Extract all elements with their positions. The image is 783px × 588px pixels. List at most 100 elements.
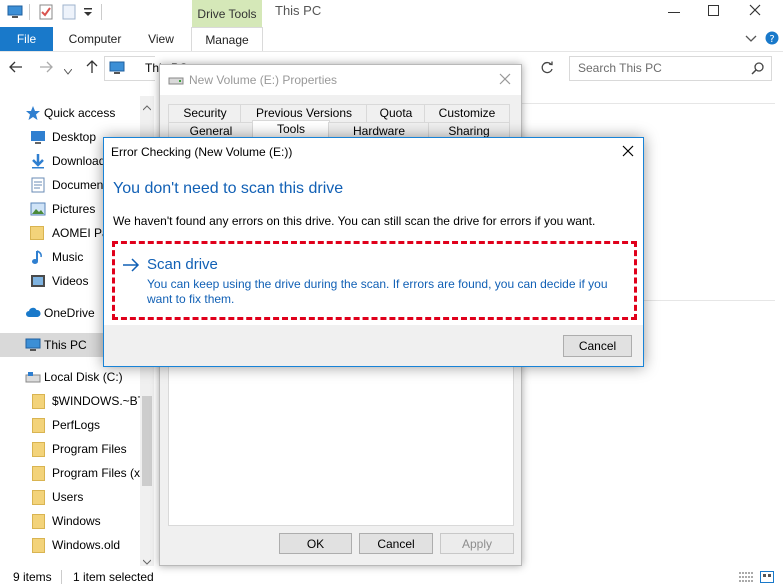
up-arrow-icon[interactable] bbox=[84, 59, 100, 75]
sidebar-item-folder[interactable]: PerfLogs bbox=[32, 413, 140, 437]
folder-icon bbox=[32, 442, 45, 457]
folder-icon bbox=[32, 418, 45, 433]
folder-icon bbox=[30, 226, 44, 240]
refresh-icon[interactable] bbox=[539, 60, 555, 76]
arrow-right-icon bbox=[122, 258, 140, 272]
sidebar-item-folder[interactable]: $WINDOWS.~BT bbox=[32, 389, 145, 413]
manage-tab[interactable]: Manage bbox=[191, 27, 263, 52]
document-icon bbox=[30, 177, 46, 193]
address-bar[interactable]: This PC bbox=[104, 56, 188, 81]
sidebar-item-label: Videos bbox=[52, 274, 89, 288]
sidebar-item-label: Local Disk (C:) bbox=[44, 370, 123, 384]
sidebar-item-label: Program Files bbox=[52, 442, 127, 456]
close-icon[interactable] bbox=[748, 3, 762, 17]
tab-quota[interactable]: Quota bbox=[366, 104, 426, 123]
collapse-ribbon-icon[interactable] bbox=[745, 32, 757, 42]
sidebar-item-folder[interactable]: Windows.old bbox=[32, 533, 140, 557]
sidebar-item-label: Pictures bbox=[52, 202, 96, 216]
scan-drive-option[interactable]: Scan drive You can keep using the drive … bbox=[120, 253, 630, 313]
cancel-button[interactable]: Cancel bbox=[563, 335, 632, 357]
scan-drive-description: want to fix them. bbox=[147, 292, 235, 306]
file-tab[interactable]: File bbox=[0, 27, 53, 51]
folder-icon bbox=[32, 394, 45, 409]
folder-icon bbox=[32, 538, 45, 553]
pictures-icon bbox=[30, 201, 46, 217]
status-divider bbox=[61, 570, 62, 584]
search-icon[interactable] bbox=[751, 61, 765, 75]
scroll-up-icon[interactable] bbox=[142, 100, 152, 111]
new-folder-quick-icon[interactable] bbox=[62, 4, 76, 20]
search-placeholder: Search This PC bbox=[578, 61, 662, 75]
desktop-icon bbox=[30, 129, 46, 145]
computer-icon bbox=[7, 5, 23, 18]
cancel-button[interactable]: Cancel bbox=[359, 533, 433, 554]
properties-quick-icon[interactable] bbox=[38, 4, 54, 20]
content-pane-rule bbox=[642, 300, 775, 301]
divider bbox=[101, 4, 102, 20]
download-icon bbox=[30, 153, 46, 169]
close-icon[interactable] bbox=[622, 145, 634, 157]
search-input[interactable]: Search This PC bbox=[569, 56, 772, 81]
content-pane-rule bbox=[522, 103, 775, 104]
selection-count: 1 item selected bbox=[73, 570, 154, 584]
recent-locations-icon[interactable] bbox=[63, 64, 73, 75]
drive-icon bbox=[168, 73, 184, 87]
sidebar-item-label: Windows.old bbox=[52, 538, 121, 552]
scroll-down-icon[interactable] bbox=[142, 554, 152, 565]
tab-customize[interactable]: Customize bbox=[424, 104, 510, 123]
computer-icon bbox=[25, 337, 41, 353]
sidebar-item-label: Quick access bbox=[44, 106, 116, 120]
tab-security[interactable]: Security bbox=[168, 104, 242, 123]
sidebar-item-label: This PC bbox=[44, 338, 87, 352]
sidebar-item-label: PerfLogs bbox=[52, 418, 101, 432]
details-view-icon[interactable] bbox=[739, 571, 753, 583]
sidebar-item-label: Desktop bbox=[52, 130, 97, 144]
large-icons-view-icon[interactable] bbox=[760, 571, 774, 583]
sidebar-item-folder[interactable]: Windows bbox=[32, 509, 140, 533]
music-icon bbox=[30, 249, 46, 265]
folder-icon bbox=[32, 466, 45, 481]
sidebar-item-folder[interactable]: Users bbox=[32, 485, 140, 509]
computer-icon bbox=[109, 61, 125, 75]
ribbon-divider bbox=[0, 51, 783, 52]
sidebar-item-label: AOMEI Pa bbox=[52, 226, 109, 240]
help-icon[interactable]: ? bbox=[765, 31, 779, 45]
computer-tab[interactable]: Computer bbox=[60, 27, 130, 51]
svg-text:?: ? bbox=[769, 34, 774, 45]
title-bar: Drive Tools This PC bbox=[0, 0, 783, 27]
ok-button[interactable]: OK bbox=[279, 533, 352, 554]
window-title: This PC bbox=[275, 3, 322, 18]
divider bbox=[29, 4, 30, 20]
folder-icon bbox=[32, 514, 45, 529]
apply-button: Apply bbox=[440, 533, 514, 554]
maximize-icon[interactable] bbox=[708, 5, 719, 16]
sidebar-item-label: $WINDOWS.~BT bbox=[52, 394, 146, 408]
close-icon[interactable] bbox=[499, 73, 511, 85]
dialog-footer: Cancel bbox=[104, 325, 643, 366]
properties-title-bar: New Volume (E:) Properties bbox=[160, 65, 521, 95]
sidebar-item-label: Program Files (x8 bbox=[52, 466, 140, 480]
dialog-title: Error Checking (New Volume (E:)) bbox=[111, 145, 293, 159]
customize-quick-access-icon[interactable] bbox=[84, 6, 92, 18]
sidebar-item-label: Music bbox=[52, 250, 84, 264]
back-arrow-icon[interactable] bbox=[8, 59, 24, 75]
sidebar-item-folder[interactable]: Program Files bbox=[32, 437, 140, 461]
item-count: 9 items bbox=[13, 570, 52, 584]
forward-arrow-icon[interactable] bbox=[38, 59, 54, 75]
star-icon bbox=[25, 105, 41, 121]
scan-drive-title: Scan drive bbox=[147, 256, 218, 273]
properties-title: New Volume (E:) Properties bbox=[189, 73, 338, 87]
sidebar-item-folder[interactable]: Program Files (x8 bbox=[32, 461, 140, 485]
sidebar-item-local-disk[interactable]: Local Disk (C:) bbox=[25, 365, 140, 389]
drive-icon bbox=[25, 369, 41, 385]
drive-tools-context-tab: Drive Tools bbox=[192, 0, 262, 27]
sidebar-item-quick-access[interactable]: Quick access bbox=[25, 101, 140, 125]
scan-drive-description: You can keep using the drive during the … bbox=[147, 277, 608, 291]
view-tab[interactable]: View bbox=[138, 27, 184, 51]
folder-icon bbox=[32, 490, 45, 505]
error-checking-dialog: Error Checking (New Volume (E:)) You don… bbox=[103, 137, 644, 367]
scroll-thumb[interactable] bbox=[142, 396, 152, 486]
minimize-icon[interactable] bbox=[668, 12, 680, 13]
dialog-message: We haven't found any errors on this driv… bbox=[113, 214, 596, 228]
dialog-heading: You don't need to scan this drive bbox=[113, 180, 344, 197]
